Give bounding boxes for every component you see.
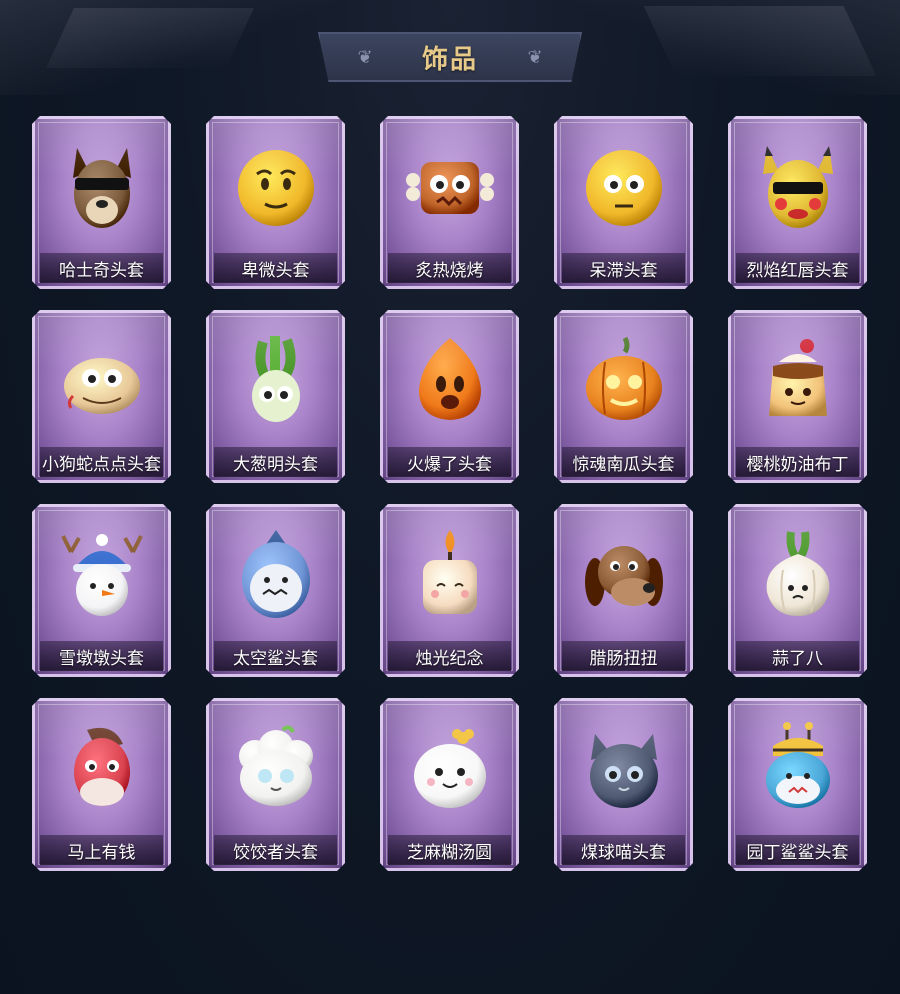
accessory-name: 呆滞头套 (562, 253, 685, 283)
snowman-head-icon (53, 526, 151, 624)
snake-head-icon (53, 332, 151, 430)
accessory-name: 芝麻糊汤圆 (388, 835, 511, 865)
accessory-name: 腊肠扭扭 (562, 641, 685, 671)
accessory-name: 蒜了八 (736, 641, 859, 671)
accessory-name: 哈士奇头套 (40, 253, 163, 283)
accessory-card[interactable]: 大葱明头套 (206, 310, 345, 483)
accessory-name: 火爆了头套 (388, 447, 511, 477)
worried-emoji-head-icon (227, 138, 325, 236)
accessory-name: 卑微头套 (214, 253, 337, 283)
ornament-left-icon: ❦ (357, 47, 373, 68)
rice-ball-head-icon (401, 720, 499, 818)
pumpkin-head-icon (575, 332, 673, 430)
accessory-name: 雪墩墩头套 (40, 641, 163, 671)
accessory-card[interactable]: 煤球喵头套 (554, 698, 693, 871)
accessory-name: 小狗蛇点点头套 (40, 447, 163, 477)
accessory-grid: 哈士奇头套 卑微头套 炙热烧烤 呆滞头套 烈焰红唇头套小狗蛇点点头套 大葱明头套 火爆了头套… (32, 116, 872, 871)
accessory-card[interactable]: 哈士奇头套 (32, 116, 171, 289)
accessory-card[interactable]: 烈焰红唇头套 (728, 116, 867, 289)
yellow-mouse-sunglasses-head-icon (749, 138, 847, 236)
ornament-right-icon: ❦ (527, 47, 543, 68)
accessory-card[interactable]: 芝麻糊汤圆 (380, 698, 519, 871)
garlic-head-icon (749, 526, 847, 624)
accessory-card[interactable]: 蒜了八 (728, 504, 867, 677)
accessory-name: 烛光纪念 (388, 641, 511, 671)
accessory-name: 炙热烧烤 (388, 253, 511, 283)
accessory-card[interactable]: 太空鲨头套 (206, 504, 345, 677)
grilled-meat-head-icon (401, 138, 499, 236)
cherry-pudding-head-icon (749, 332, 847, 430)
accessory-name: 烈焰红唇头套 (736, 253, 859, 283)
accessory-card[interactable]: 呆滞头套 (554, 116, 693, 289)
accessory-card[interactable]: 腊肠扭扭 (554, 504, 693, 677)
page-title: 饰品 (421, 44, 478, 75)
husky-dog-head-icon (53, 138, 151, 236)
accessories-page: ❦ 饰品 ❦ 哈士奇头套 卑微头套 炙热烧烤 呆滞头套 烈焰红唇头套小狗蛇点点头套 大葱明… (0, 0, 900, 994)
dachshund-head-icon (575, 526, 673, 624)
accessory-card[interactable]: 卑微头套 (206, 116, 345, 289)
accessory-card[interactable]: 烛光纪念 (380, 504, 519, 677)
accessory-card[interactable]: 樱桃奶油布丁 (728, 310, 867, 483)
grey-cat-head-icon (575, 720, 673, 818)
accessory-card[interactable]: 炙热烧烤 (380, 116, 519, 289)
fireball-head-icon (401, 332, 499, 430)
accessory-name: 马上有钱 (40, 835, 163, 865)
accessory-name: 樱桃奶油布丁 (736, 447, 859, 477)
blank-stare-emoji-head-icon (575, 138, 673, 236)
accessory-name: 大葱明头套 (214, 447, 337, 477)
accessory-name: 饺饺者头套 (214, 835, 337, 865)
accessory-card[interactable]: 小狗蛇点点头套 (32, 310, 171, 483)
accessory-card[interactable]: 饺饺者头套 (206, 698, 345, 871)
accessory-name: 惊魂南瓜头套 (562, 447, 685, 477)
space-shark-head-icon (227, 526, 325, 624)
red-horse-head-icon (53, 720, 151, 818)
accessory-name: 园丁鲨鲨头套 (736, 835, 859, 865)
accessory-name: 太空鲨头套 (214, 641, 337, 671)
accessory-card[interactable]: 火爆了头套 (380, 310, 519, 483)
accessory-card[interactable]: 园丁鲨鲨头套 (728, 698, 867, 871)
title-banner: ❦ 饰品 ❦ (318, 32, 582, 82)
accessory-card[interactable]: 惊魂南瓜头套 (554, 310, 693, 483)
dumpling-head-icon (227, 720, 325, 818)
accessory-card[interactable]: 雪墩墩头套 (32, 504, 171, 677)
green-onion-head-icon (227, 332, 325, 430)
candle-head-icon (401, 526, 499, 624)
gardener-shark-head-icon (749, 720, 847, 818)
accessory-name: 煤球喵头套 (562, 835, 685, 865)
accessory-card[interactable]: 马上有钱 (32, 698, 171, 871)
